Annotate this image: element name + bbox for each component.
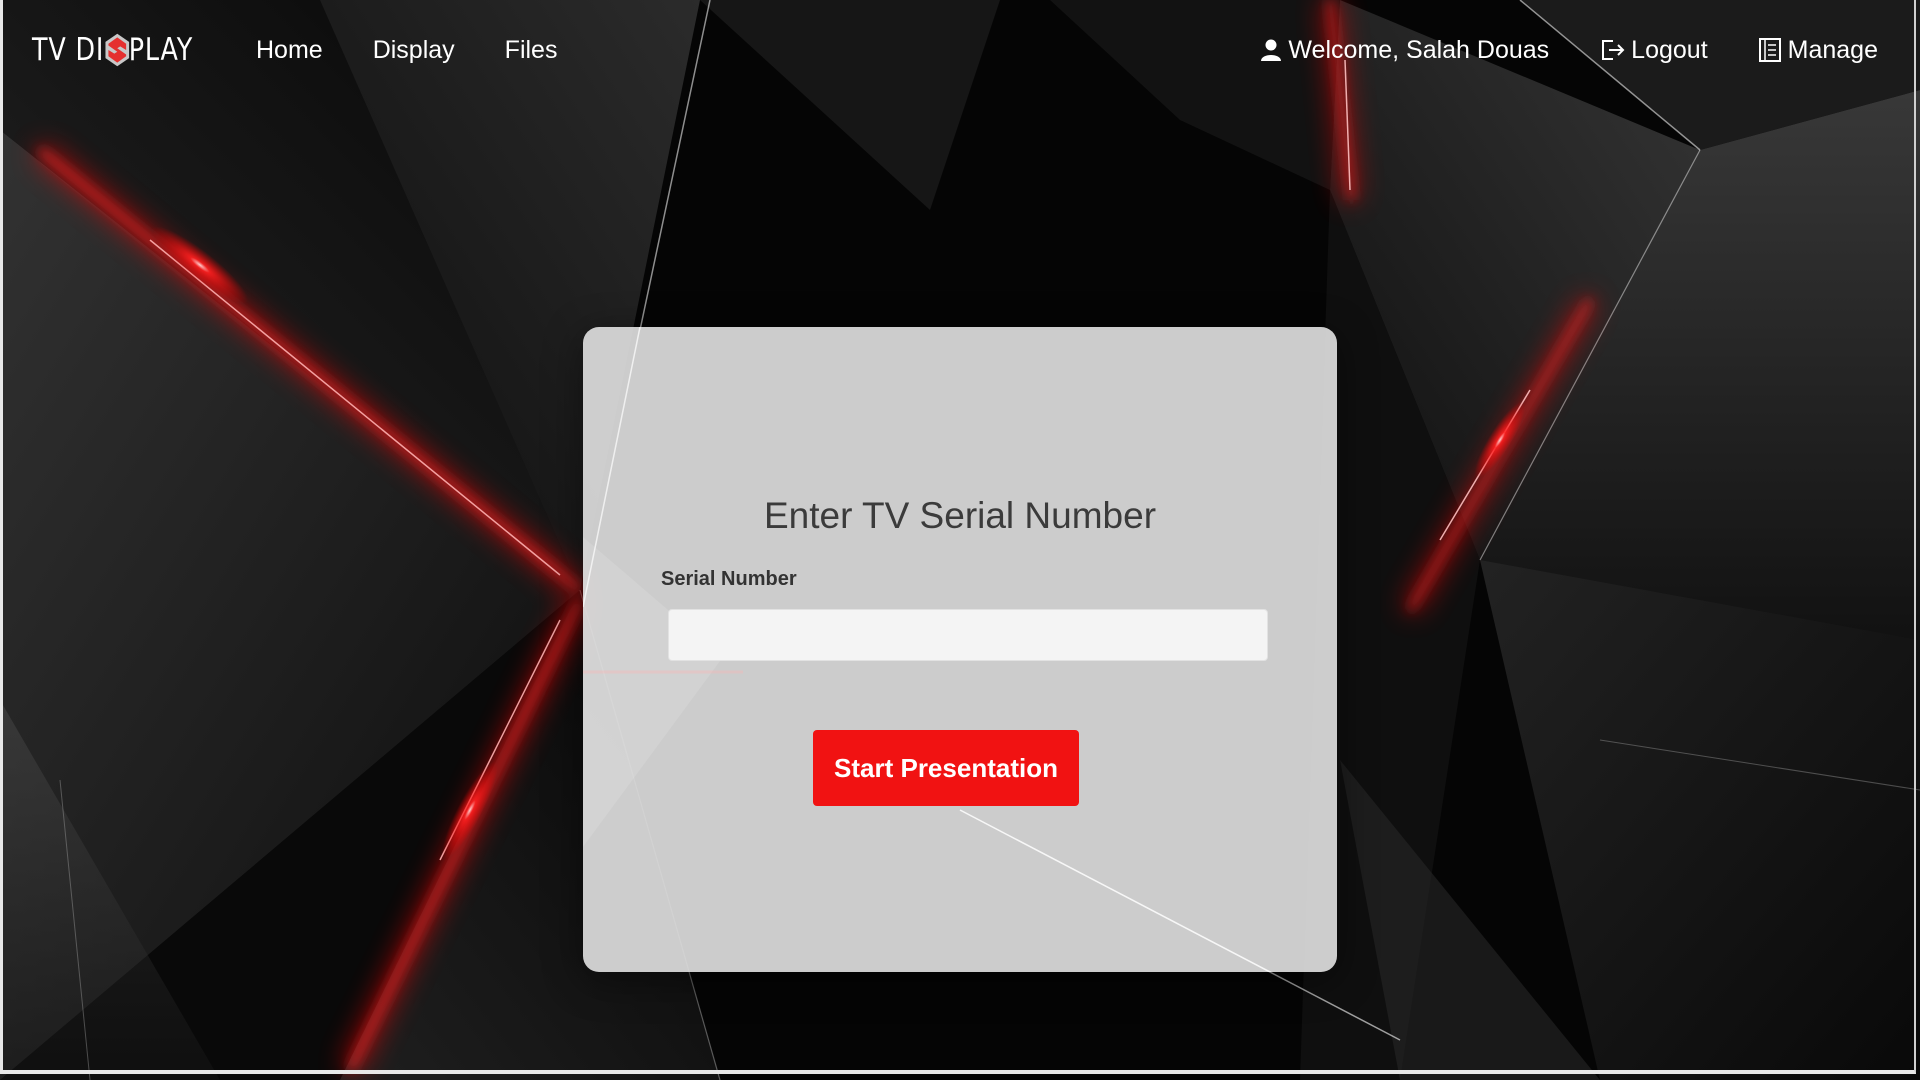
brand-name-left: TV DI xyxy=(32,32,105,68)
user-icon xyxy=(1261,39,1282,61)
brand-name-right: PLAY xyxy=(128,32,194,68)
welcome-text: Welcome, Salah Douas xyxy=(1288,36,1550,64)
manage-label: Manage xyxy=(1787,36,1878,64)
brand-logo[interactable]: TV DI PLAY xyxy=(32,28,193,72)
nav-links: Home Display Files xyxy=(256,30,607,70)
serial-number-input[interactable] xyxy=(668,609,1268,661)
manage-list-icon xyxy=(1758,38,1781,62)
page: TV DI PLAY Home Display Files Welcome, S… xyxy=(0,0,1920,1080)
nav-user-area: Welcome, Salah Douas Logout Manage xyxy=(1210,30,1878,70)
top-navbar: TV DI PLAY Home Display Files Welcome, S… xyxy=(0,0,1920,100)
serial-number-label: Serial Number xyxy=(661,568,797,590)
start-presentation-button[interactable]: Start Presentation xyxy=(813,730,1079,806)
serial-number-card: Enter TV Serial Number Serial Number Sta… xyxy=(583,327,1337,972)
card-title: Enter TV Serial Number xyxy=(763,495,1157,536)
logout-label: Logout xyxy=(1631,36,1708,64)
welcome-user[interactable]: Welcome, Salah Douas xyxy=(1260,30,1549,70)
logout-icon xyxy=(1602,40,1625,60)
nav-display-link[interactable]: Display xyxy=(373,30,455,70)
manage-link[interactable]: Manage xyxy=(1758,30,1878,70)
nav-files-link[interactable]: Files xyxy=(505,30,558,70)
nav-home-link[interactable]: Home xyxy=(256,30,323,70)
s-shape-logo-icon xyxy=(105,33,130,67)
logout-link[interactable]: Logout xyxy=(1599,30,1708,70)
